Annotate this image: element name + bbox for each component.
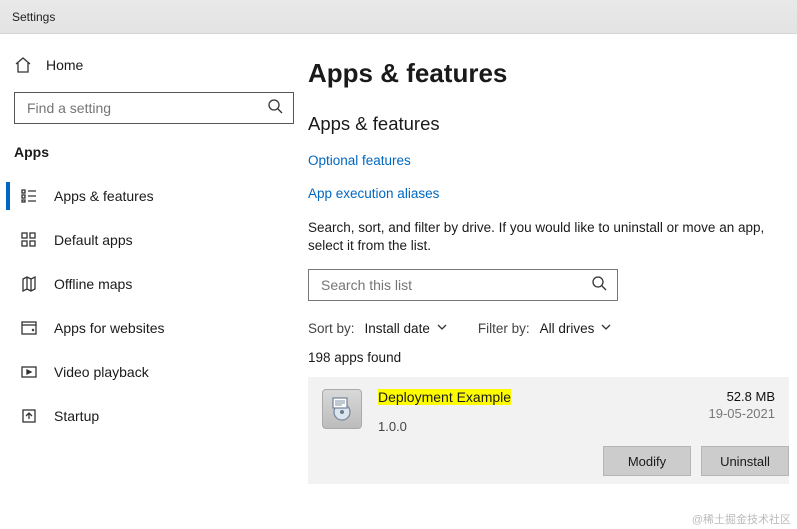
sidebar-item-offline-maps[interactable]: Offline maps [0,262,308,306]
sidebar: Home Apps Apps & features Default ap [0,34,308,529]
app-size: 52.8 MB [709,389,776,404]
home-label: Home [46,57,83,73]
home-nav[interactable]: Home [0,48,308,86]
sidebar-search-input[interactable] [25,99,268,117]
app-main: Deployment Example 1.0.0 [378,389,693,434]
sidebar-item-label: Apps & features [54,188,154,204]
settings-window: Settings Home Apps Apps & feat [0,0,797,529]
chevron-down-icon [600,321,612,336]
sidebar-section-title: Apps [0,142,308,174]
page-subtitle: Apps & features [308,113,789,135]
app-name: Deployment Example [378,389,511,405]
list-search[interactable] [308,269,618,301]
apps-features-icon [20,187,38,205]
sort-value: Install date [365,321,430,336]
app-actions: Modify Uninstall [308,446,789,484]
app-version: 1.0.0 [378,419,693,434]
sidebar-item-video-playback[interactable]: Video playback [0,350,308,394]
app-icon [322,389,362,429]
window-body: Home Apps Apps & features Default ap [0,34,797,529]
sidebar-item-label: Default apps [54,232,133,248]
filter-dropdown[interactable]: Filter by: All drives [478,321,613,336]
sidebar-item-startup[interactable]: Startup [0,394,308,438]
sidebar-item-label: Startup [54,408,99,424]
sidebar-item-default-apps[interactable]: Default apps [0,218,308,262]
app-list-item[interactable]: Deployment Example 1.0.0 52.8 MB 19-05-2… [308,377,789,446]
startup-icon [20,407,38,425]
video-playback-icon [20,363,38,381]
sidebar-item-label: Apps for websites [54,320,165,336]
sort-label: Sort by: [308,321,355,336]
search-icon [268,99,283,117]
help-text: Search, sort, and filter by drive. If yo… [308,219,789,255]
watermark: @稀土掘金技术社区 [692,511,791,527]
sidebar-item-apps-features[interactable]: Apps & features [0,174,308,218]
apps-websites-icon [20,319,38,337]
home-icon [14,56,32,74]
default-apps-icon [20,231,38,249]
sidebar-item-label: Video playback [54,364,149,380]
sidebar-search[interactable] [14,92,294,124]
filter-bar: Sort by: Install date Filter by: All dri… [308,321,789,336]
filter-label: Filter by: [478,321,530,336]
chevron-down-icon [436,321,448,336]
window-title: Settings [12,10,55,24]
sidebar-item-label: Offline maps [54,276,132,292]
titlebar: Settings [0,0,797,34]
sidebar-item-apps-websites[interactable]: Apps for websites [0,306,308,350]
search-icon [592,276,607,294]
sort-dropdown[interactable]: Sort by: Install date [308,321,448,336]
link-app-execution-aliases[interactable]: App execution aliases [308,186,789,201]
filter-value: All drives [540,321,595,336]
modify-button[interactable]: Modify [603,446,691,476]
uninstall-button[interactable]: Uninstall [701,446,789,476]
app-meta: 52.8 MB 19-05-2021 [709,389,776,434]
content-area: Apps & features Apps & features Optional… [308,34,797,529]
app-date: 19-05-2021 [709,406,776,421]
link-optional-features[interactable]: Optional features [308,153,789,168]
offline-maps-icon [20,275,38,293]
page-title: Apps & features [308,58,789,89]
apps-count: 198 apps found [308,350,789,365]
list-search-input[interactable] [319,276,592,294]
